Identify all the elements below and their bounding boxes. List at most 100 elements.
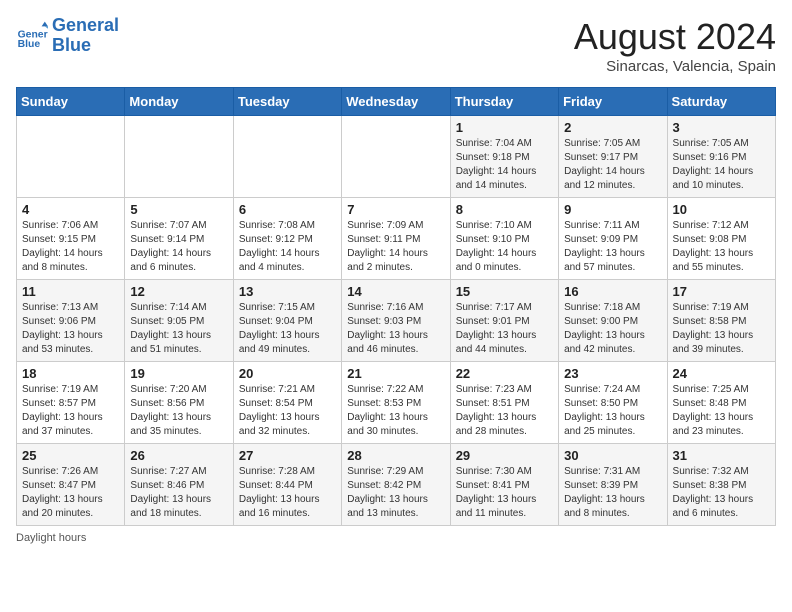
- day-info: Sunrise: 7:30 AMSunset: 8:41 PMDaylight:…: [456, 465, 553, 521]
- calendar-day-cell: 28 Sunrise: 7:29 AMSunset: 8:42 PMDayligh…: [342, 444, 450, 526]
- calendar-day-cell: 20 Sunrise: 7:21 AMSunset: 8:54 PMDayligh…: [233, 362, 341, 444]
- day-number: 31: [673, 448, 770, 463]
- calendar-week-row: 11 Sunrise: 7:13 AMSunset: 9:06 PMDayligh…: [17, 280, 776, 362]
- calendar-day-header: Friday: [559, 88, 667, 116]
- day-info: Sunrise: 7:13 AMSunset: 9:06 PMDaylight:…: [22, 301, 119, 357]
- day-number: 8: [456, 202, 553, 217]
- calendar-day-cell: 13Sunrise: 7:15 AMSunset: 9:04 PMDayligh…: [233, 280, 341, 362]
- day-info: Sunrise: 7:27 AMSunset: 8:46 PMDaylight:…: [130, 465, 227, 521]
- day-number: 1: [456, 120, 553, 135]
- day-info: Sunrise: 7:25 AMSunset: 8:48 PMDaylight:…: [673, 383, 770, 439]
- calendar-day-cell: 7 Sunrise: 7:09 AMSunset: 9:11 PMDaylight…: [342, 198, 450, 280]
- day-number: 22: [456, 366, 553, 381]
- day-info: Sunrise: 7:10 AMSunset: 9:10 PMDaylight:…: [456, 219, 553, 275]
- day-info: Sunrise: 7:23 AMSunset: 8:51 PMDaylight:…: [456, 383, 553, 439]
- day-number: 26: [130, 448, 227, 463]
- day-number: 29: [456, 448, 553, 463]
- calendar-week-row: 18 Sunrise: 7:19 AMSunset: 8:57 PMDayligh…: [17, 362, 776, 444]
- logo-icon: General Blue: [16, 20, 48, 52]
- calendar-day-cell: [125, 116, 233, 198]
- calendar-day-cell: 30Sunrise: 7:31 AMSunset: 8:39 PMDayligh…: [559, 444, 667, 526]
- calendar-day-cell: 26 Sunrise: 7:27 AMSunset: 8:46 PMDayligh…: [125, 444, 233, 526]
- calendar-day-cell: 2Sunrise: 7:05 AMSunset: 9:17 PMDaylight…: [559, 116, 667, 198]
- day-info: Sunrise: 7:26 AMSunset: 8:47 PMDaylight:…: [22, 465, 119, 521]
- day-number: 20: [239, 366, 336, 381]
- calendar-day-cell: 5Sunrise: 7:07 AMSunset: 9:14 PMDaylight…: [125, 198, 233, 280]
- calendar-day-cell: 15 Sunrise: 7:17 AMSunset: 9:01 PMDayligh…: [450, 280, 558, 362]
- calendar-day-header: Tuesday: [233, 88, 341, 116]
- day-number: 25: [22, 448, 119, 463]
- calendar-day-cell: 21 Sunrise: 7:22 AMSunset: 8:53 PMDayligh…: [342, 362, 450, 444]
- day-number: 18: [22, 366, 119, 381]
- day-number: 23: [564, 366, 661, 381]
- calendar-day-cell: 4Sunrise: 7:06 AMSunset: 9:15 PMDaylight…: [17, 198, 125, 280]
- calendar-week-row: 25 Sunrise: 7:26 AMSunset: 8:47 PMDayligh…: [17, 444, 776, 526]
- day-info: Sunrise: 7:32 AMSunset: 8:38 PMDaylight:…: [673, 465, 770, 521]
- calendar-day-cell: 18 Sunrise: 7:19 AMSunset: 8:57 PMDayligh…: [17, 362, 125, 444]
- day-number: 3: [673, 120, 770, 135]
- calendar-day-header: Saturday: [667, 88, 775, 116]
- calendar-day-cell: 12Sunrise: 7:14 AMSunset: 9:05 PMDayligh…: [125, 280, 233, 362]
- day-number: 24: [673, 366, 770, 381]
- title-block: August 2024 Sinarcas, Valencia, Spain: [574, 16, 776, 75]
- calendar-day-cell: 19Sunrise: 7:20 AMSunset: 8:56 PMDayligh…: [125, 362, 233, 444]
- logo: General Blue General Blue: [16, 16, 119, 56]
- logo-line1: General: [52, 16, 119, 36]
- day-number: 28: [347, 448, 444, 463]
- day-info: Sunrise: 7:04 AMSunset: 9:18 PMDaylight:…: [456, 137, 553, 193]
- day-number: 30: [564, 448, 661, 463]
- svg-text:Blue: Blue: [18, 39, 41, 50]
- day-number: 11: [22, 284, 119, 299]
- day-info: Sunrise: 7:08 AMSunset: 9:12 PMDaylight:…: [239, 219, 336, 275]
- day-info: Sunrise: 7:19 AMSunset: 8:58 PMDaylight:…: [673, 301, 770, 357]
- day-info: Sunrise: 7:29 AMSunset: 8:42 PMDaylight:…: [347, 465, 444, 521]
- calendar-header-row: SundayMondayTuesdayWednesdayThursdayFrid…: [17, 88, 776, 116]
- day-info: Sunrise: 7:05 AMSunset: 9:17 PMDaylight:…: [564, 137, 661, 193]
- day-info: Sunrise: 7:17 AMSunset: 9:01 PMDaylight:…: [456, 301, 553, 357]
- day-number: 17: [673, 284, 770, 299]
- calendar-table: SundayMondayTuesdayWednesdayThursdayFrid…: [16, 87, 776, 526]
- day-number: 5: [130, 202, 227, 217]
- day-info: Sunrise: 7:18 AMSunset: 9:00 PMDaylight:…: [564, 301, 661, 357]
- calendar-day-cell: 8 Sunrise: 7:10 AMSunset: 9:10 PMDaylight…: [450, 198, 558, 280]
- page-header: General Blue General Blue August 2024 Si…: [16, 16, 776, 75]
- calendar-day-cell: 24 Sunrise: 7:25 AMSunset: 8:48 PMDayligh…: [667, 362, 775, 444]
- calendar-week-row: 4Sunrise: 7:06 AMSunset: 9:15 PMDaylight…: [17, 198, 776, 280]
- calendar-day-cell: 11 Sunrise: 7:13 AMSunset: 9:06 PMDayligh…: [17, 280, 125, 362]
- calendar-day-header: Sunday: [17, 88, 125, 116]
- day-number: 27: [239, 448, 336, 463]
- day-number: 6: [239, 202, 336, 217]
- footer: Daylight hours: [16, 532, 776, 544]
- calendar-day-cell: 25 Sunrise: 7:26 AMSunset: 8:47 PMDayligh…: [17, 444, 125, 526]
- calendar-day-header: Monday: [125, 88, 233, 116]
- day-number: 21: [347, 366, 444, 381]
- calendar-day-cell: 10 Sunrise: 7:12 AMSunset: 9:08 PMDayligh…: [667, 198, 775, 280]
- calendar-day-header: Thursday: [450, 88, 558, 116]
- day-info: Sunrise: 7:05 AMSunset: 9:16 PMDaylight:…: [673, 137, 770, 193]
- day-info: Sunrise: 7:12 AMSunset: 9:08 PMDaylight:…: [673, 219, 770, 275]
- day-info: Sunrise: 7:21 AMSunset: 8:54 PMDaylight:…: [239, 383, 336, 439]
- month-year: August 2024: [574, 16, 776, 58]
- calendar-day-header: Wednesday: [342, 88, 450, 116]
- day-number: 13: [239, 284, 336, 299]
- day-number: 7: [347, 202, 444, 217]
- location: Sinarcas, Valencia, Spain: [574, 58, 776, 75]
- calendar-day-cell: [233, 116, 341, 198]
- day-info: Sunrise: 7:09 AMSunset: 9:11 PMDaylight:…: [347, 219, 444, 275]
- calendar-day-cell: 16Sunrise: 7:18 AMSunset: 9:00 PMDayligh…: [559, 280, 667, 362]
- calendar-day-cell: 17 Sunrise: 7:19 AMSunset: 8:58 PMDayligh…: [667, 280, 775, 362]
- day-number: 14: [347, 284, 444, 299]
- day-number: 15: [456, 284, 553, 299]
- day-info: Sunrise: 7:24 AMSunset: 8:50 PMDaylight:…: [564, 383, 661, 439]
- day-info: Sunrise: 7:22 AMSunset: 8:53 PMDaylight:…: [347, 383, 444, 439]
- day-info: Sunrise: 7:19 AMSunset: 8:57 PMDaylight:…: [22, 383, 119, 439]
- calendar-day-cell: 1 Sunrise: 7:04 AMSunset: 9:18 PMDaylight…: [450, 116, 558, 198]
- calendar-week-row: 1 Sunrise: 7:04 AMSunset: 9:18 PMDaylight…: [17, 116, 776, 198]
- day-info: Sunrise: 7:20 AMSunset: 8:56 PMDaylight:…: [130, 383, 227, 439]
- day-info: Sunrise: 7:16 AMSunset: 9:03 PMDaylight:…: [347, 301, 444, 357]
- day-number: 9: [564, 202, 661, 217]
- logo-line2: Blue: [52, 36, 119, 56]
- day-number: 10: [673, 202, 770, 217]
- calendar-day-cell: 27Sunrise: 7:28 AMSunset: 8:44 PMDayligh…: [233, 444, 341, 526]
- calendar-day-cell: 3 Sunrise: 7:05 AMSunset: 9:16 PMDaylight…: [667, 116, 775, 198]
